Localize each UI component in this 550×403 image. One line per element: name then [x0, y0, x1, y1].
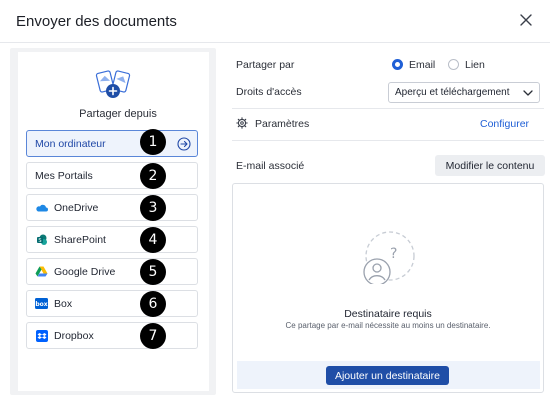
source-sharepoint[interactable]: S SharePoint [26, 226, 198, 253]
recipient-required-subtitle: Ce partage par e-mail nécessite au moins… [285, 321, 491, 330]
dialog-title: Envoyer des documents [16, 13, 177, 30]
upload-documents-icon [95, 70, 131, 98]
source-my-portals[interactable]: Mes Portails [26, 162, 198, 189]
source-dropbox[interactable]: Dropbox [26, 322, 198, 349]
add-recipient-button[interactable]: Ajouter un destinataire [326, 366, 449, 385]
close-icon[interactable] [518, 12, 534, 28]
settings-label: Paramètres [255, 118, 310, 130]
svg-text:S: S [38, 238, 41, 244]
access-rights-label: Droits d'accès [236, 86, 302, 98]
share-from-label: Partager depuis [79, 108, 157, 120]
divider [232, 140, 544, 141]
source-label: SharePoint [54, 233, 106, 246]
recipient-required-title: Destinataire requis [344, 308, 432, 320]
svg-text:box: box [35, 301, 47, 308]
share-by-link-radio[interactable] [448, 59, 459, 70]
step-number-badge: 3 [140, 195, 166, 221]
share-by-label: Partager par [236, 59, 295, 71]
box-icon: box [35, 298, 48, 310]
source-box[interactable]: box Box [26, 290, 198, 317]
source-label: Mon ordinateur [35, 137, 106, 150]
source-label: OneDrive [54, 201, 99, 214]
configure-link[interactable]: Configurer [480, 118, 529, 130]
gear-icon [236, 117, 248, 129]
associated-email-label: E-mail associé [236, 160, 305, 172]
source-label: Box [54, 297, 73, 310]
google-drive-icon [35, 266, 48, 278]
title-divider [0, 42, 550, 43]
onedrive-icon [35, 202, 48, 214]
sharepoint-icon: S [35, 234, 48, 246]
dropbox-icon [35, 329, 48, 342]
step-number-badge: 1 [140, 129, 166, 155]
access-rights-value: Aperçu et téléchargement [395, 87, 510, 98]
recipient-required-icon: ? [363, 231, 415, 284]
step-number-badge: 4 [140, 227, 166, 253]
step-number-badge: 7 [140, 323, 166, 349]
source-label: Mes Portails [35, 169, 93, 182]
modify-content-button[interactable]: Modifier le contenu [435, 155, 545, 176]
step-number-badge: 6 [140, 291, 166, 317]
share-by-email-label[interactable]: Email [409, 59, 435, 71]
arrow-right-circle-icon [177, 137, 191, 151]
divider [232, 108, 544, 109]
share-by-email-radio[interactable] [392, 59, 403, 70]
share-by-link-label[interactable]: Lien [465, 59, 485, 71]
source-my-computer[interactable]: Mon ordinateur [26, 130, 198, 157]
step-number-badge: 5 [140, 259, 166, 285]
svg-text:?: ? [390, 246, 397, 262]
access-rights-select[interactable]: Aperçu et téléchargement [388, 82, 540, 103]
source-onedrive[interactable]: OneDrive [26, 194, 198, 221]
chevron-down-icon [523, 90, 533, 96]
step-number-badge: 2 [140, 163, 166, 189]
source-label: Dropbox [54, 329, 94, 342]
source-google-drive[interactable]: Google Drive [26, 258, 198, 285]
source-label: Google Drive [54, 265, 116, 278]
